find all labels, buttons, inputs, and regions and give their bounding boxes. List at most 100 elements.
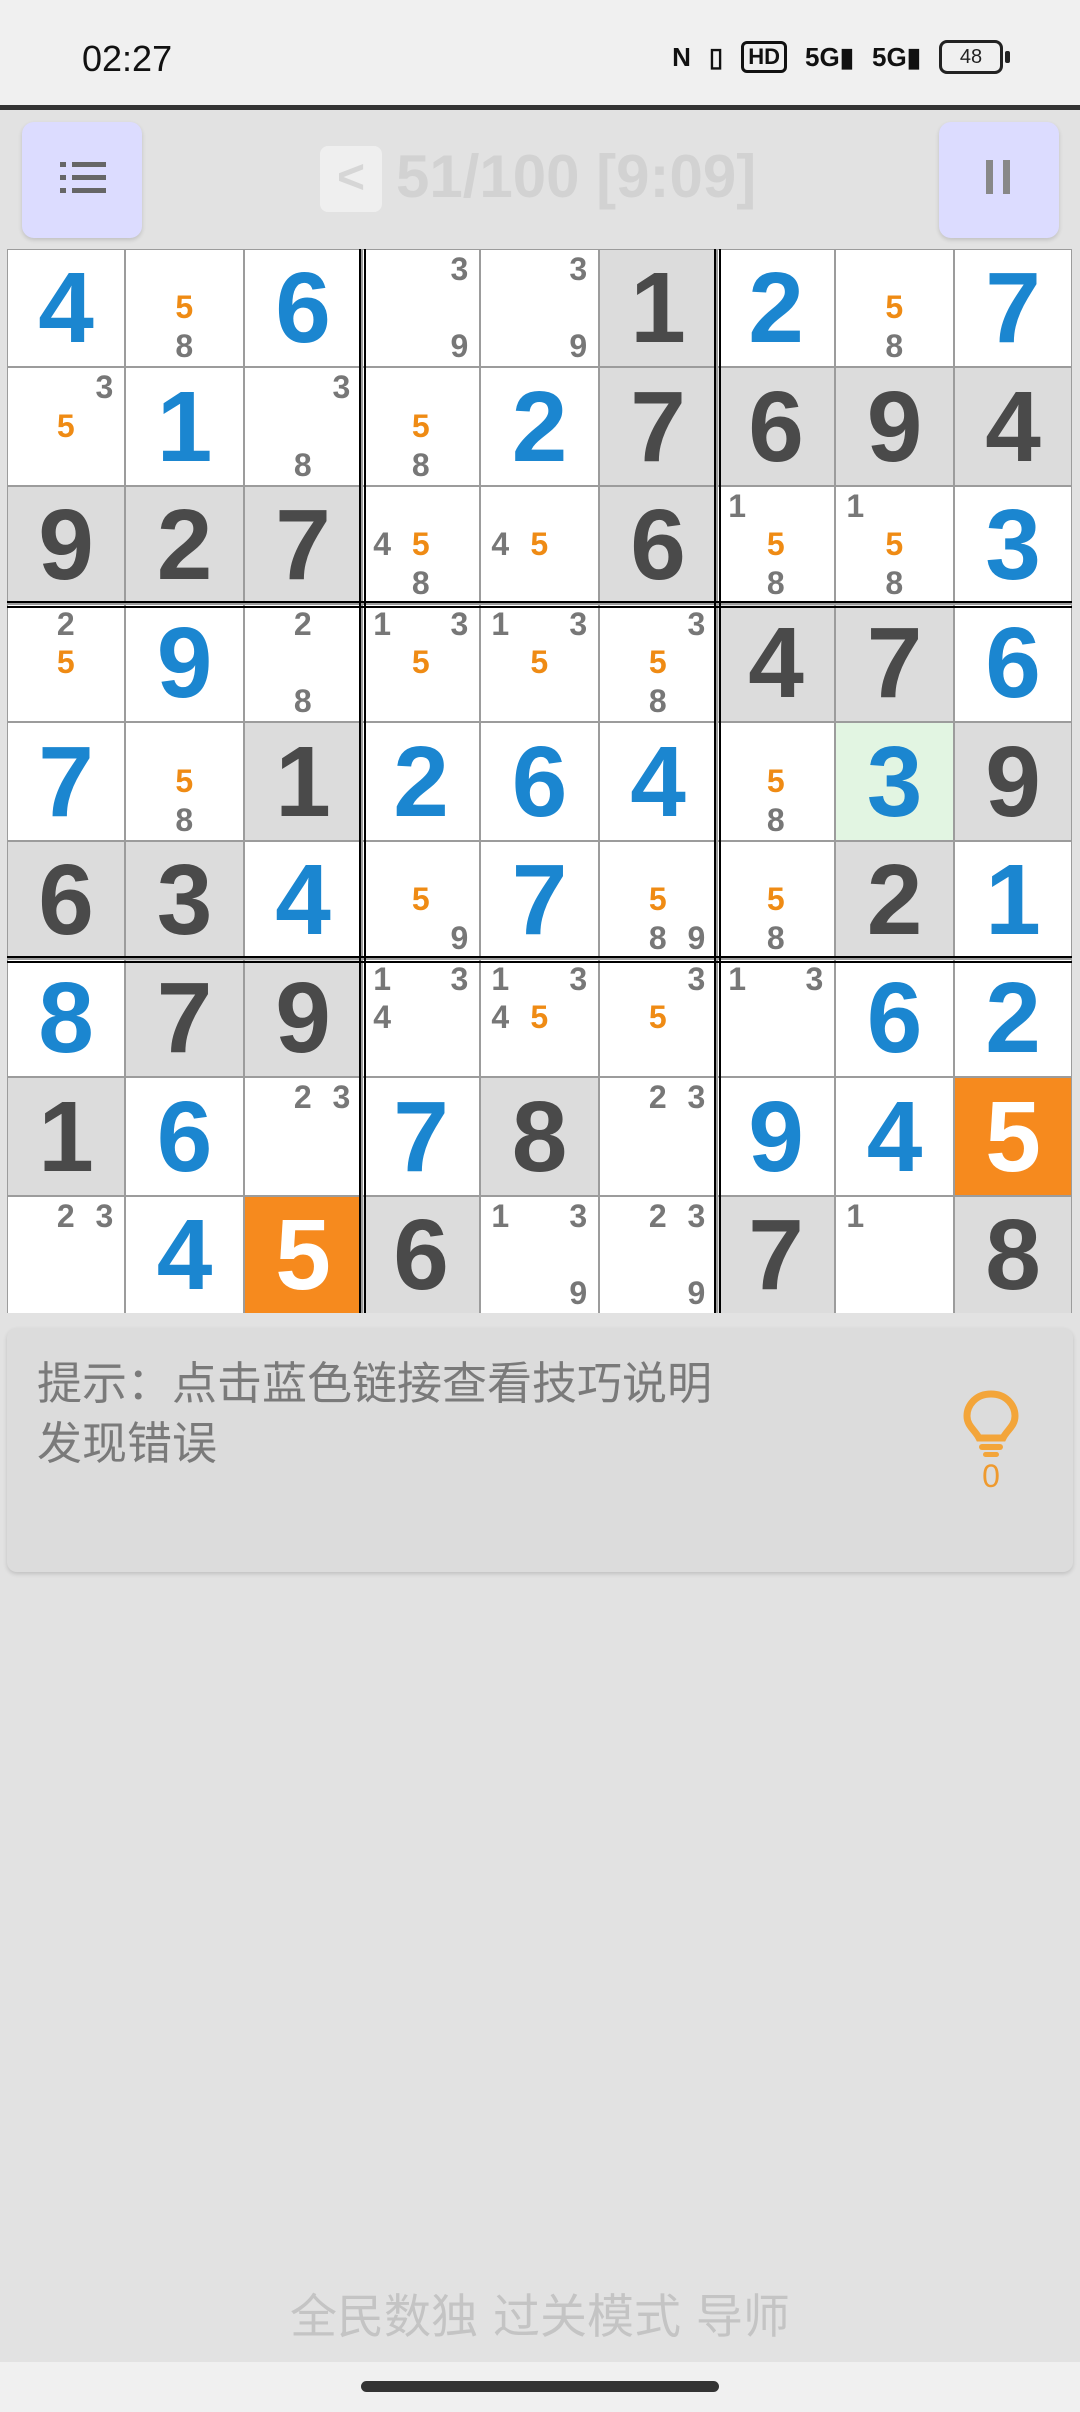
previous-level-button[interactable]: < [320,146,382,212]
list-icon [60,162,106,201]
menu-button[interactable] [22,122,142,238]
cell-r8c9[interactable]: 5 [955,1078,1071,1195]
cell-r5c3[interactable]: 1 [245,723,361,840]
cell-r4c1[interactable]: 25 [8,605,124,721]
cell-r1c5[interactable]: 39 [481,250,598,366]
cell-r7c5[interactable]: 1 3 45 [481,960,598,1076]
cell-r4c9[interactable]: 6 [955,605,1071,721]
home-indicator[interactable] [361,2381,719,2392]
cell-r1c2[interactable]: 58 [126,250,243,366]
entered-digit: 4 [630,725,686,838]
pause-button[interactable] [939,122,1059,238]
cell-r8c3[interactable]: 23 [245,1078,361,1195]
cell-r3c1[interactable]: 9 [8,487,124,603]
pencil-mark: 9 [450,327,469,364]
cell-r1c1[interactable]: 4 [8,250,124,366]
cell-r4c7[interactable]: 4 [718,605,834,721]
cell-r9c6[interactable]: 23 9 [600,1197,716,1313]
cell-r2c4[interactable]: 58 [363,368,479,485]
given-digit: 2 [866,844,923,956]
cell-r3c4[interactable]: 458 [363,487,479,603]
cell-r1c9[interactable]: 7 [955,250,1071,366]
cell-r2c9[interactable]: 4 [955,368,1071,485]
cell-r6c2[interactable]: 3 [126,842,243,958]
cell-r3c2[interactable]: 2 [126,487,243,603]
cell-r1c7[interactable]: 2 [718,250,834,366]
cell-r5c7[interactable]: 58 [718,723,834,840]
cell-r8c4[interactable]: 7 [363,1078,479,1195]
cell-r5c6[interactable]: 4 [600,723,716,840]
cell-r6c3[interactable]: 4 [245,842,361,958]
cell-r7c2[interactable]: 7 [126,960,243,1076]
cell-r7c8[interactable]: 6 [836,960,953,1076]
cell-r6c1[interactable]: 6 [8,842,124,958]
cell-r6c4[interactable]: 59 [363,842,479,958]
cell-r8c5[interactable]: 8 [481,1078,598,1195]
cell-r1c8[interactable]: 58 [836,250,953,366]
given-digit: 6 [38,844,94,956]
cell-r4c4[interactable]: 1 35 [363,605,479,721]
cell-r9c1[interactable]: 23 [8,1197,124,1313]
cell-r7c3[interactable]: 9 [245,960,361,1076]
cell-r6c8[interactable]: 2 [836,842,953,958]
cell-r7c7[interactable]: 13 [718,960,834,1076]
cell-r8c1[interactable]: 1 [8,1078,124,1195]
cell-r5c8[interactable]: 3 [836,723,953,840]
cell-r8c7[interactable]: 9 [718,1078,834,1195]
cell-r6c7[interactable]: 58 [718,842,834,958]
cell-r8c6[interactable]: 23 [600,1078,716,1195]
cell-r5c5[interactable]: 6 [481,723,598,840]
cell-r5c2[interactable]: 58 [126,723,243,840]
cell-r5c4[interactable]: 2 [363,723,479,840]
cell-r2c8[interactable]: 9 [836,368,953,485]
cell-r3c6[interactable]: 6 [600,487,716,603]
cell-r6c5[interactable]: 7 [481,842,598,958]
cell-r4c8[interactable]: 7 [836,605,953,721]
cell-r3c7[interactable]: 158 [718,487,834,603]
hint-line-1[interactable]: 提示：点击蓝色链接查看技巧说明 [37,1354,712,1414]
lightbulb-icon[interactable] [955,1388,1027,1460]
pencil-mark: 8 [648,682,667,719]
hint-line-2[interactable]: 发现错误 [37,1414,712,1474]
cell-r7c4[interactable]: 1 3 4 [363,960,479,1076]
cell-r9c7[interactable]: 7 [718,1197,834,1313]
cell-r7c6[interactable]: 35 [600,960,716,1076]
cell-r4c6[interactable]: 358 [600,605,716,721]
cell-r4c2[interactable]: 9 [126,605,243,721]
status-icons: N ▯ HD 5G▮ 5G▮ 48 [672,40,1010,74]
cell-r6c9[interactable]: 1 [955,842,1071,958]
cell-r3c5[interactable]: 45 [481,487,598,603]
cell-r3c8[interactable]: 158 [836,487,953,603]
battery-level: 48 [939,40,1003,74]
given-digit: 7 [275,489,331,601]
cell-r9c5[interactable]: 1 3 9 [481,1197,598,1313]
cell-r1c3[interactable]: 6 [245,250,361,366]
cell-r9c8[interactable]: 1 [836,1197,953,1313]
cell-r1c6[interactable]: 1 [600,250,716,366]
cell-r9c3[interactable]: 5 [245,1197,361,1313]
cell-r3c9[interactable]: 3 [955,487,1071,603]
entered-digit: 2 [748,252,804,364]
cell-r5c1[interactable]: 7 [8,723,124,840]
cell-r3c3[interactable]: 7 [245,487,361,603]
pencil-mark: 8 [766,919,785,956]
cell-r2c6[interactable]: 7 [600,368,716,485]
cell-r8c8[interactable]: 4 [836,1078,953,1195]
cell-r7c9[interactable]: 2 [955,960,1071,1076]
cell-r7c1[interactable]: 8 [8,960,124,1076]
cell-r2c3[interactable]: 38 [245,368,361,485]
cell-r9c2[interactable]: 4 [126,1197,243,1313]
cell-r2c5[interactable]: 2 [481,368,598,485]
cell-r4c3[interactable]: 28 [245,605,361,721]
cell-r5c9[interactable]: 9 [955,723,1071,840]
cell-r6c6[interactable]: 589 [600,842,716,958]
cell-r2c1[interactable]: 35 [8,368,124,485]
cell-r9c9[interactable]: 8 [955,1197,1071,1313]
cell-r2c7[interactable]: 6 [718,368,834,485]
cell-r4c5[interactable]: 1 35 [481,605,598,721]
cell-r1c4[interactable]: 39 [363,250,479,366]
cell-r2c2[interactable]: 1 [126,368,243,485]
cell-r9c4[interactable]: 6 [363,1197,479,1313]
signal-icon-1: 5G▮ [805,41,854,72]
cell-r8c2[interactable]: 6 [126,1078,243,1195]
